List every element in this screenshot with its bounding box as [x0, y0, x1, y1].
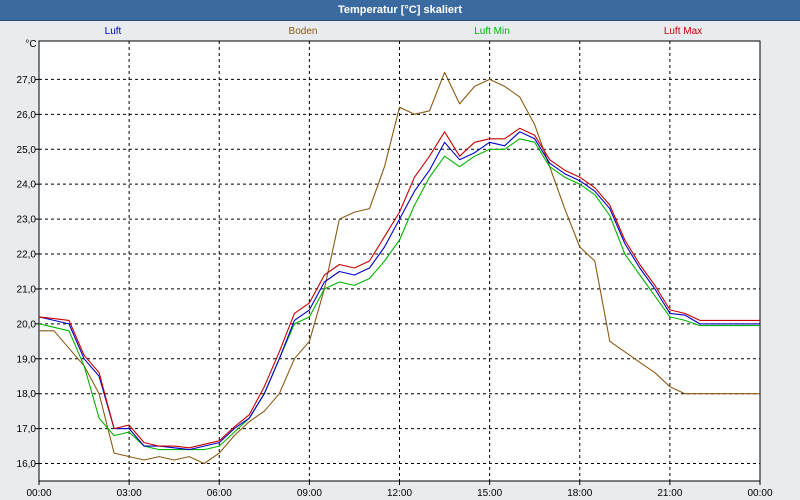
x-tick-label-time: 09:00 [297, 488, 322, 499]
y-tick-label: 21,0 [17, 284, 37, 295]
x-tick-label-time: 03:00 [117, 488, 142, 499]
x-tick-label-time: 18:00 [567, 488, 592, 499]
y-tick-label: 23,0 [17, 215, 37, 226]
y-axis-unit-label: °C [25, 39, 36, 50]
x-tick-label-time: 12:00 [387, 488, 412, 499]
y-tick-label: 18,0 [17, 389, 37, 400]
y-axis: 16,0 17,0 18,0 19,0 20,0 21,0 22,0 23,0 24,0 25,0… [17, 75, 39, 470]
x-tick-label-time: 06:00 [207, 488, 232, 499]
x-tick-label-time: 00:00 [747, 488, 772, 499]
y-tick-label: 27,0 [17, 75, 37, 86]
y-tick-label: 16,0 [17, 459, 37, 470]
legend-item-luft: Luft [105, 26, 122, 37]
y-tick-label: 19,0 [17, 354, 37, 365]
y-tick-label: 20,0 [17, 319, 37, 330]
y-tick-label: 17,0 [17, 424, 37, 435]
y-tick-label: 24,0 [17, 180, 37, 191]
legend-item-boden: Boden [289, 26, 318, 37]
y-tick-label: 22,0 [17, 250, 37, 261]
temperature-chart: Luft Boden Luft Min Luft Max 16,0 17,0 18,0 19… [17, 26, 773, 499]
chart-title: Temperatur [°C] skaliert [0, 0, 800, 21]
x-tick-label-time: 21:00 [657, 488, 682, 499]
y-tick-label: 26,0 [17, 110, 37, 121]
x-tick-label-time: 00:00 [26, 488, 51, 499]
x-tick-label-time: 15:00 [477, 488, 502, 499]
legend: Luft Boden Luft Min Luft Max [105, 26, 703, 37]
legend-item-luft-max: Luft Max [664, 26, 702, 37]
y-tick-label: 25,0 [17, 145, 37, 156]
x-axis: 00:0019.07.1903:0019.07.1906:0019.07.190… [26, 481, 773, 499]
legend-item-luft-min: Luft Min [474, 26, 510, 37]
